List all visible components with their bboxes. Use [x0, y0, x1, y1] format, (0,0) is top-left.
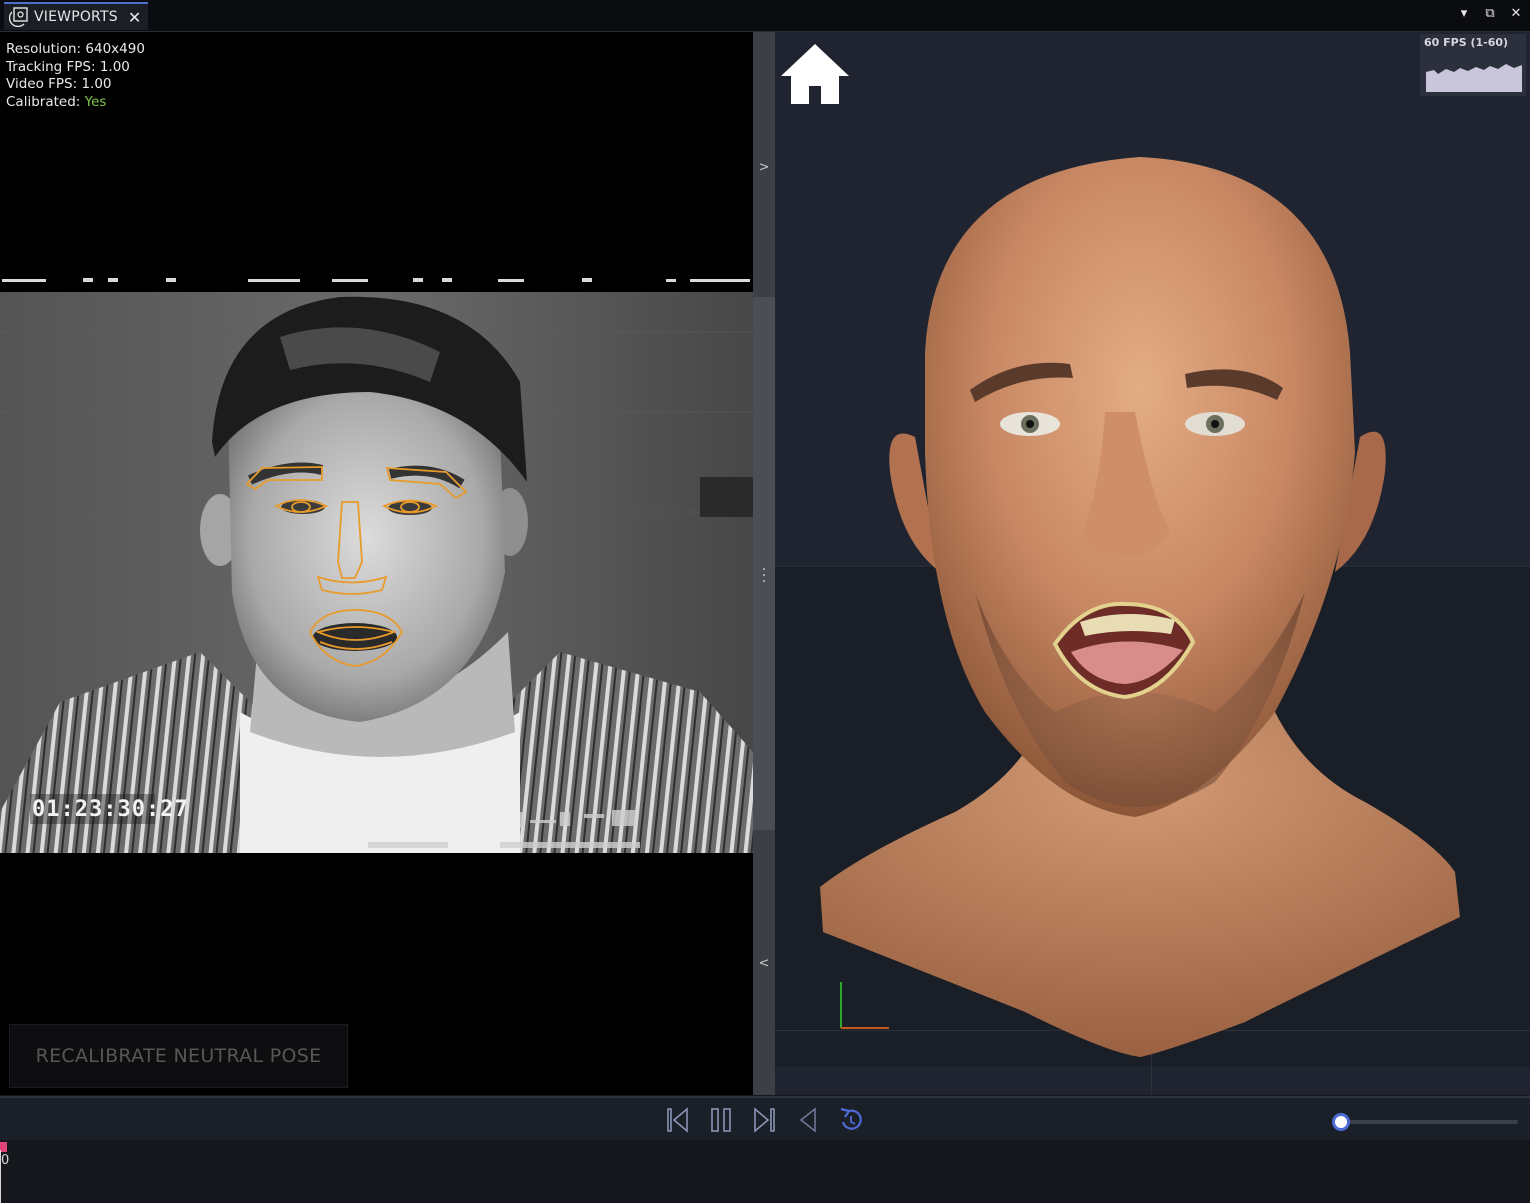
timeline[interactable]: 0	[0, 1140, 1530, 1203]
splitter-grip-icon[interactable]: · · ·	[753, 563, 775, 589]
recalibrate-neutral-pose-button[interactable]: RECALIBRATE NEUTRAL POSE	[9, 1024, 348, 1088]
calibrated-label: Calibrated:	[6, 93, 81, 110]
resolution-row: Resolution: 640x490	[6, 41, 145, 59]
close-icon[interactable]: ✕	[1508, 6, 1524, 21]
viewport-icon	[9, 7, 28, 27]
video-timecode: 01:23:30:27	[32, 797, 189, 822]
panel-splitter[interactable]: > · · · <	[753, 32, 775, 1095]
fps-monitor: 60 FPS (1-60)	[1420, 34, 1526, 96]
calibrated-row: Calibrated: Yes	[6, 94, 145, 112]
video-tracking-panel: Resolution: 640x490 Tracking FPS: 1.00 V…	[0, 32, 753, 1095]
dropdown-icon[interactable]: ▾	[1456, 6, 1472, 21]
video-fps-value: 1.00	[81, 76, 112, 93]
home-icon[interactable]	[781, 42, 849, 106]
title-bar: VIEWPORTS ✕ ▾ ⧉ ✕	[0, 0, 1530, 32]
volume-slider-track[interactable]	[1340, 1120, 1518, 1124]
fps-label: 60 FPS (1-60)	[1424, 36, 1509, 49]
tracking-fps-label: Tracking FPS:	[6, 58, 96, 75]
tracking-fps-row: Tracking FPS: 1.00	[6, 59, 145, 77]
expand-arrow-icon[interactable]: >	[753, 160, 775, 175]
pause-icon[interactable]	[708, 1106, 734, 1134]
video-feed: 01:23:30:27	[0, 292, 753, 853]
transport-bar	[0, 1096, 1530, 1142]
tab-viewports[interactable]: VIEWPORTS ✕	[4, 2, 148, 30]
skip-to-start-icon[interactable]	[665, 1106, 691, 1134]
video-fps-row: Video FPS: 1.00	[6, 76, 145, 94]
resolution-label: Resolution:	[6, 41, 82, 57]
video-info: Resolution: 640x490 Tracking FPS: 1.00 V…	[6, 41, 145, 111]
volume-slider-thumb[interactable]	[1332, 1113, 1350, 1131]
loop-icon[interactable]	[838, 1106, 864, 1134]
axis-gizmo-icon	[840, 982, 889, 1029]
tracking-fps-value: 1.00	[99, 58, 130, 75]
3d-head-model	[820, 157, 1460, 1057]
tab-label: VIEWPORTS	[34, 9, 118, 25]
calibrated-value: Yes	[84, 93, 107, 110]
resolution-value: 640x490	[85, 41, 145, 57]
fps-graph	[1426, 64, 1522, 92]
tab-close-icon[interactable]: ✕	[128, 8, 141, 27]
timeline-marker[interactable]	[0, 1142, 7, 1152]
restore-icon[interactable]: ⧉	[1482, 6, 1498, 21]
video-scanline-noise	[2, 278, 750, 282]
3d-viewport[interactable]: 60 FPS (1-60)	[775, 32, 1530, 1095]
video-fps-label: Video FPS:	[6, 76, 78, 93]
play-reverse-icon[interactable]	[795, 1106, 821, 1134]
skip-to-end-icon[interactable]	[751, 1106, 777, 1134]
window-controls: ▾ ⧉ ✕	[1456, 6, 1524, 21]
collapse-arrow-icon[interactable]: <	[753, 956, 775, 971]
timeline-frame-label: 0	[1, 1153, 10, 1168]
